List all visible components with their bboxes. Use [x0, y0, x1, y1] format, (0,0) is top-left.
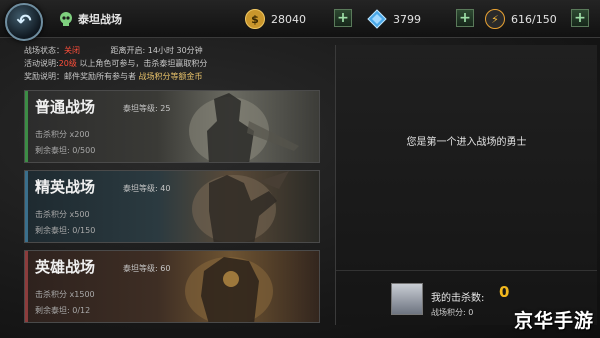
game-screen: ↶ 泰坦战场 $ 28040 + 3799 + ⚡ 616/150 + 战场状态…: [0, 0, 600, 338]
hero-battlefield-card[interactable]: 英雄战场 泰坦等级: 60 击杀积分 x1500 剩余泰坦: 0/12: [24, 250, 320, 323]
card-remaining: 剩余泰坦: 0/500: [35, 146, 96, 155]
my-battle-score: 战场积分: 0: [431, 308, 474, 317]
activity-level: 20级: [58, 59, 77, 68]
card-kill-score: 击杀积分 x1500: [35, 290, 95, 299]
stamina-value: 616/150: [511, 12, 557, 26]
status-value: 关闭: [64, 46, 80, 55]
plus-icon: +: [459, 10, 471, 26]
my-kills-label: 我的击杀数:: [431, 293, 485, 304]
titan-artwork: [185, 257, 273, 322]
card-accent: [25, 171, 28, 242]
elite-battlefield-card[interactable]: 精英战场 泰坦等级: 40 击杀积分 x500 剩余泰坦: 0/150: [24, 170, 320, 243]
card-remaining: 剩余泰坦: 0/12: [35, 306, 91, 315]
first-warrior-message: 您是第一个进入战场的勇士: [406, 137, 527, 148]
plus-icon: +: [337, 10, 349, 26]
gold-resource: $ 28040: [245, 8, 306, 30]
add-stamina-button[interactable]: +: [571, 9, 589, 27]
avatar: [391, 283, 423, 315]
panel-divider: [336, 270, 597, 271]
stamina-resource: ⚡ 616/150: [485, 8, 557, 30]
my-kills-value: 0: [499, 283, 510, 301]
card-level: 泰坦等级: 25: [123, 104, 171, 113]
back-arrow-icon: ↶: [16, 11, 32, 32]
ranking-panel: 您是第一个进入战场的勇士 我的击杀数: 0 战场积分: 0: [335, 45, 597, 325]
card-accent: [25, 251, 28, 322]
plus-icon: +: [574, 10, 586, 26]
card-kill-score: 击杀积分 x500: [35, 210, 90, 219]
add-gems-button[interactable]: +: [456, 9, 474, 27]
card-name: 普通战场: [35, 98, 96, 116]
gem-icon: [367, 9, 387, 29]
card-level: 泰坦等级: 40: [123, 184, 171, 193]
gold-coin-icon: $: [245, 9, 265, 29]
card-remaining: 剩余泰坦: 0/150: [35, 226, 96, 235]
skull-icon: [60, 12, 72, 26]
battle-status-line: 战场状态：关闭 距离开启: 14小时 30分钟: [24, 45, 203, 56]
reward-value: 战场积分等额金币: [138, 72, 203, 81]
gem-resource: 3799: [367, 8, 421, 30]
activity-text: 以上角色可参与，击杀泰坦赢取积分: [79, 59, 208, 68]
back-button[interactable]: ↶: [5, 3, 43, 41]
page-title: 泰坦战场: [78, 13, 122, 26]
card-kill-score: 击杀积分 x200: [35, 130, 90, 139]
card-level: 泰坦等级: 60: [123, 264, 171, 273]
activity-label: 活动说明:: [24, 59, 59, 68]
add-gold-button[interactable]: +: [334, 9, 352, 27]
activity-line: 活动说明:20级 以上角色可参与，击杀泰坦赢取积分: [24, 58, 207, 69]
gem-value: 3799: [393, 12, 421, 26]
reward-line: 奖励说明：邮件奖励所有参与者 战场积分等额金币: [24, 71, 203, 82]
titan-artwork: [189, 93, 299, 162]
countdown-text: 距离开启: 14小时 30分钟: [110, 46, 203, 55]
watermark-text: 京华手游: [513, 310, 594, 332]
gold-value: 28040: [271, 12, 306, 26]
card-name: 英雄战场: [35, 258, 96, 276]
top-bar: ↶ 泰坦战场 $ 28040 + 3799 + ⚡ 616/150 +: [0, 0, 600, 41]
lightning-icon: ⚡: [485, 9, 505, 29]
titan-artwork: [192, 171, 289, 242]
card-accent: [25, 91, 28, 162]
reward-label: 奖励说明：邮件奖励所有参与者: [24, 72, 136, 81]
normal-battlefield-card[interactable]: 普通战场 泰坦等级: 25 击杀积分 x200 剩余泰坦: 0/500: [24, 90, 320, 163]
status-label: 战场状态：: [24, 46, 64, 55]
card-name: 精英战场: [35, 178, 96, 196]
